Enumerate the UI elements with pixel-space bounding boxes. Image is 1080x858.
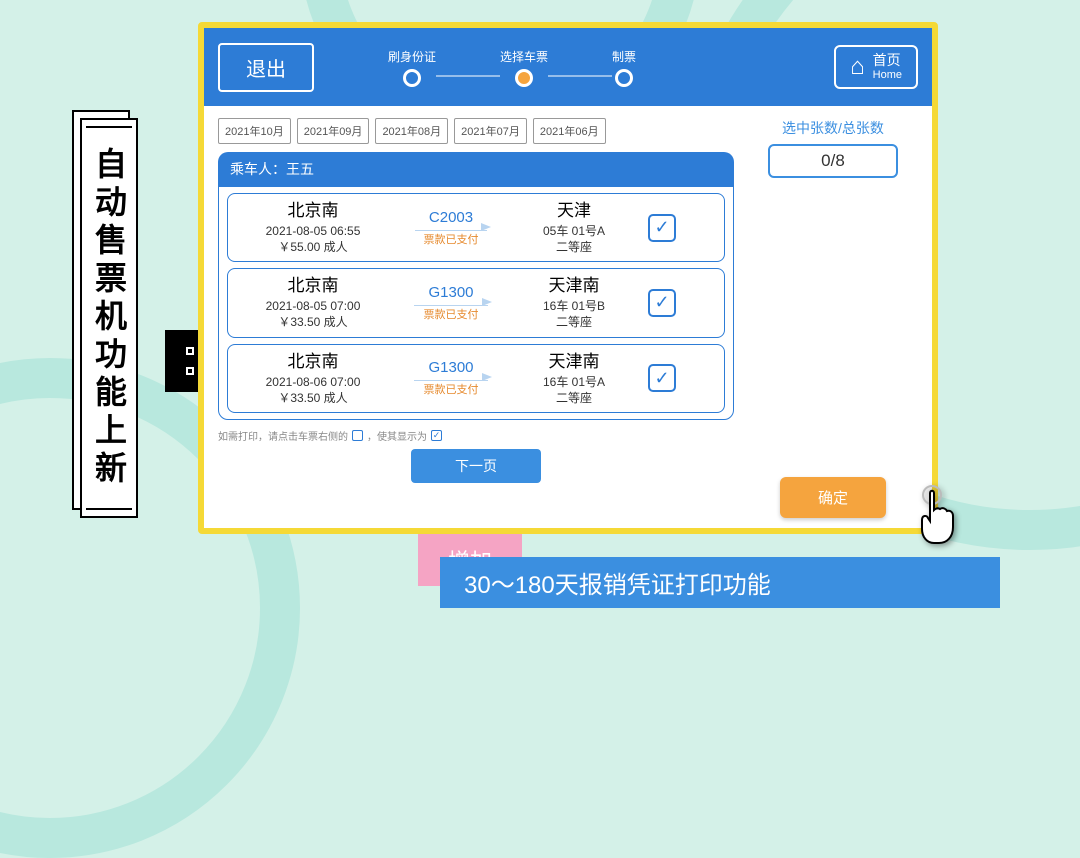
exit-button[interactable]: 退出 — [218, 43, 314, 92]
step-connector — [548, 75, 612, 77]
ticket-row[interactable]: 北京南 2021-08-05 07:00 ￥33.50 成人 G1300 票款已… — [227, 268, 725, 337]
ticket-from: 北京南 2021-08-05 06:55 ￥55.00 成人 — [238, 200, 388, 255]
home-label: 首页 Home — [873, 53, 902, 80]
passenger-header: 乘车人：王五 — [218, 152, 734, 186]
month-tab[interactable]: 2021年06月 — [533, 118, 606, 144]
ticket-to: 天津 05车 01号A 二等座 — [514, 200, 634, 255]
step-dot-icon — [515, 69, 533, 87]
ticket-row[interactable]: 北京南 2021-08-06 07:00 ￥33.50 成人 G1300 票款已… — [227, 344, 725, 413]
ticket-checkbox[interactable]: ✓ — [648, 289, 676, 317]
ticket-row[interactable]: 北京南 2021-08-05 06:55 ￥55.00 成人 C2003 票款已… — [227, 193, 725, 262]
ticket-from: 北京南 2021-08-06 07:00 ￥33.50 成人 — [238, 351, 388, 406]
step-3: 制票 — [612, 48, 636, 87]
ticket-to: 天津南 16车 01号A 二等座 — [514, 351, 634, 406]
count-label: 选中张数/总张数 — [782, 118, 884, 138]
hint-text: 如需打印，请点击车票右侧的 ，使其显示为 ✓ — [218, 428, 734, 443]
next-page-button[interactable]: 下一页 — [411, 449, 541, 483]
step-1: 刷身份证 — [388, 48, 436, 87]
hint-empty-checkbox-icon — [352, 430, 363, 441]
step-dot-icon — [615, 69, 633, 87]
month-tab[interactable]: 2021年10月 — [218, 118, 291, 144]
step-label: 选择车票 — [500, 48, 548, 65]
top-bar: 退出 刷身份证 选择车票 制票 ⌂ 首页 Home — [204, 28, 932, 106]
step-2: 选择车票 — [500, 48, 548, 87]
month-tab[interactable]: 2021年09月 — [297, 118, 370, 144]
ticket-from: 北京南 2021-08-05 07:00 ￥33.50 成人 — [238, 275, 388, 330]
ticket-to: 天津南 16车 01号B 二等座 — [514, 275, 634, 330]
kiosk-window: 退出 刷身份证 选择车票 制票 ⌂ 首页 Home 2021年10月 2021年… — [198, 22, 938, 534]
content-area: 2021年10月 2021年09月 2021年08月 2021年07月 2021… — [204, 106, 932, 528]
ticket-train: C2003 票款已支付 — [396, 208, 506, 248]
feature-banner: 30～180天报销凭证打印功能 — [440, 557, 1000, 608]
home-button[interactable]: ⌂ 首页 Home — [834, 45, 918, 89]
step-label: 制票 — [612, 48, 636, 65]
month-tab[interactable]: 2021年07月 — [454, 118, 527, 144]
step-label: 刷身份证 — [388, 48, 436, 65]
ticket-list: 北京南 2021-08-05 06:55 ￥55.00 成人 C2003 票款已… — [218, 186, 734, 420]
step-connector — [436, 75, 500, 77]
left-column: 2021年10月 2021年09月 2021年08月 2021年07月 2021… — [218, 118, 734, 518]
count-value: 0/8 — [768, 144, 898, 178]
confirm-button[interactable]: 确定 — [780, 477, 886, 518]
ticket-checkbox[interactable]: ✓ — [648, 364, 676, 392]
ticket-train: G1300 票款已支付 — [396, 283, 506, 323]
month-tabs: 2021年10月 2021年09月 2021年08月 2021年07月 2021… — [218, 118, 734, 144]
side-title: 自动售票机功能上新 — [80, 118, 138, 518]
step-indicator: 刷身份证 选择车票 制票 — [388, 48, 636, 87]
step-dot-icon — [403, 69, 421, 87]
ticket-checkbox[interactable]: ✓ — [648, 214, 676, 242]
right-column: 选中张数/总张数 0/8 确定 — [748, 118, 918, 518]
home-icon: ⌂ — [850, 53, 865, 81]
month-tab[interactable]: 2021年08月 — [375, 118, 448, 144]
hint-checked-checkbox-icon: ✓ — [431, 430, 442, 441]
ticket-train: G1300 票款已支付 — [396, 358, 506, 398]
